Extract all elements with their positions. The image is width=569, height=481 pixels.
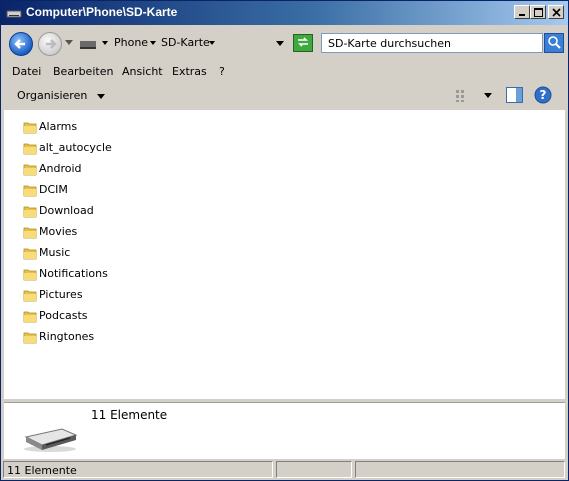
folder-name: Download — [39, 204, 94, 217]
list-item[interactable]: Android — [23, 159, 203, 179]
view-dropdown-icon[interactable] — [484, 93, 492, 98]
folder-icon — [23, 122, 37, 134]
maximize-icon — [533, 7, 543, 17]
folder-icon — [23, 332, 37, 344]
details-pane: 11 Elemente — [4, 402, 565, 459]
folder-name: DCIM — [39, 183, 68, 196]
back-arrow-icon — [14, 39, 25, 49]
folder-icon — [23, 311, 37, 323]
close-button[interactable] — [548, 5, 564, 19]
folder-icon — [23, 164, 37, 176]
title-bar[interactable]: Computer\Phone\SD-Karte — [1, 1, 568, 25]
refresh-button[interactable] — [293, 34, 313, 52]
close-icon — [551, 7, 561, 17]
file-list: Alarms alt_autocycle Android DCIM Download Mo… — [4, 110, 565, 399]
list-item[interactable]: Pictures — [23, 285, 203, 305]
folder-icon — [23, 269, 37, 281]
list-item[interactable]: Music — [23, 243, 203, 263]
folder-icon — [23, 206, 37, 218]
organize-label: Organisieren — [17, 89, 88, 102]
breadcrumb-phone[interactable]: Phone — [114, 36, 148, 49]
search-button[interactable] — [544, 33, 564, 53]
minimize-button[interactable] — [514, 5, 530, 19]
minimize-icon — [519, 14, 525, 16]
explorer-window: Computer\Phone\SD-Karte Phone SD-Karte S… — [0, 0, 569, 481]
folder-name: Music — [39, 246, 71, 259]
search-icon — [548, 36, 561, 49]
menu-datei[interactable]: Datei — [12, 65, 41, 78]
list-item[interactable]: Movies — [23, 222, 203, 242]
window-title: Computer\Phone\SD-Karte — [26, 5, 178, 19]
list-item[interactable]: Podcasts — [23, 306, 203, 326]
history-dropdown-icon[interactable] — [65, 40, 74, 46]
list-item[interactable]: Notifications — [23, 264, 203, 284]
folder-name: Ringtones — [39, 330, 95, 343]
status-cell-count: 11 Elemente — [3, 461, 273, 478]
folder-name: Pictures — [39, 288, 83, 301]
folder-name: Podcasts — [39, 309, 88, 322]
list-item[interactable]: Alarms — [23, 117, 203, 137]
chevron-down-icon — [96, 94, 105, 99]
list-item[interactable]: Ringtones — [23, 327, 203, 347]
drive-breadcrumb-icon — [80, 41, 96, 49]
folder-name: Android — [39, 162, 82, 175]
address-toolbar: Phone SD-Karte SD-Karte durchsuchen — [1, 26, 568, 60]
menu-bar: Datei Bearbeiten Ansicht Extras ? — [1, 60, 568, 82]
view-options-icon[interactable] — [455, 89, 471, 103]
status-cell-empty — [355, 461, 565, 478]
search-input[interactable]: SD-Karte durchsuchen — [321, 33, 543, 53]
folder-name: Alarms — [39, 120, 78, 133]
removable-drive-icon — [6, 10, 22, 18]
maximize-button[interactable] — [530, 5, 546, 19]
folder-icon — [23, 185, 37, 197]
list-item[interactable]: DCIM — [23, 180, 203, 200]
status-item-count: 11 Elemente — [7, 464, 77, 477]
list-item[interactable]: alt_autocycle — [23, 138, 203, 158]
refresh-icon — [298, 37, 308, 47]
menu-extras[interactable]: Extras — [172, 65, 207, 78]
address-dropdown-icon[interactable] — [276, 41, 284, 46]
organize-button[interactable]: Organisieren — [17, 89, 105, 102]
breadcrumb-separator-icon[interactable] — [102, 41, 108, 46]
menu-ansicht[interactable]: Ansicht — [122, 65, 163, 78]
folder-name: alt_autocycle — [39, 141, 112, 154]
folder-icon — [23, 248, 37, 260]
forward-arrow-icon — [46, 39, 57, 49]
list-item[interactable]: Download — [23, 201, 203, 221]
forward-button[interactable] — [38, 32, 62, 56]
status-cell-empty — [276, 461, 352, 478]
menu-bearbeiten[interactable]: Bearbeiten — [53, 65, 113, 78]
menu-help[interactable]: ? — [219, 65, 225, 78]
breadcrumb-separator-icon[interactable] — [209, 41, 215, 46]
folder-name: Movies — [39, 225, 78, 238]
back-button[interactable] — [9, 32, 33, 56]
address-bar[interactable]: Phone SD-Karte — [78, 33, 288, 53]
folder-icon — [23, 290, 37, 302]
preview-pane-icon[interactable] — [506, 87, 523, 103]
folder-icon — [23, 143, 37, 155]
status-bar: 11 Elemente — [1, 459, 568, 480]
removable-drive-icon — [24, 428, 78, 452]
breadcrumb-separator-icon[interactable] — [150, 41, 156, 46]
folder-name: Notifications — [39, 267, 108, 280]
help-icon[interactable]: ? — [534, 86, 552, 104]
folder-icon — [23, 227, 37, 239]
breadcrumb-sd-karte[interactable]: SD-Karte — [161, 36, 210, 49]
item-count-detail: 11 Elemente — [91, 408, 168, 422]
svg-text:?: ? — [540, 88, 547, 102]
command-bar: Organisieren ? — [1, 82, 568, 109]
search-placeholder: SD-Karte durchsuchen — [328, 37, 451, 50]
